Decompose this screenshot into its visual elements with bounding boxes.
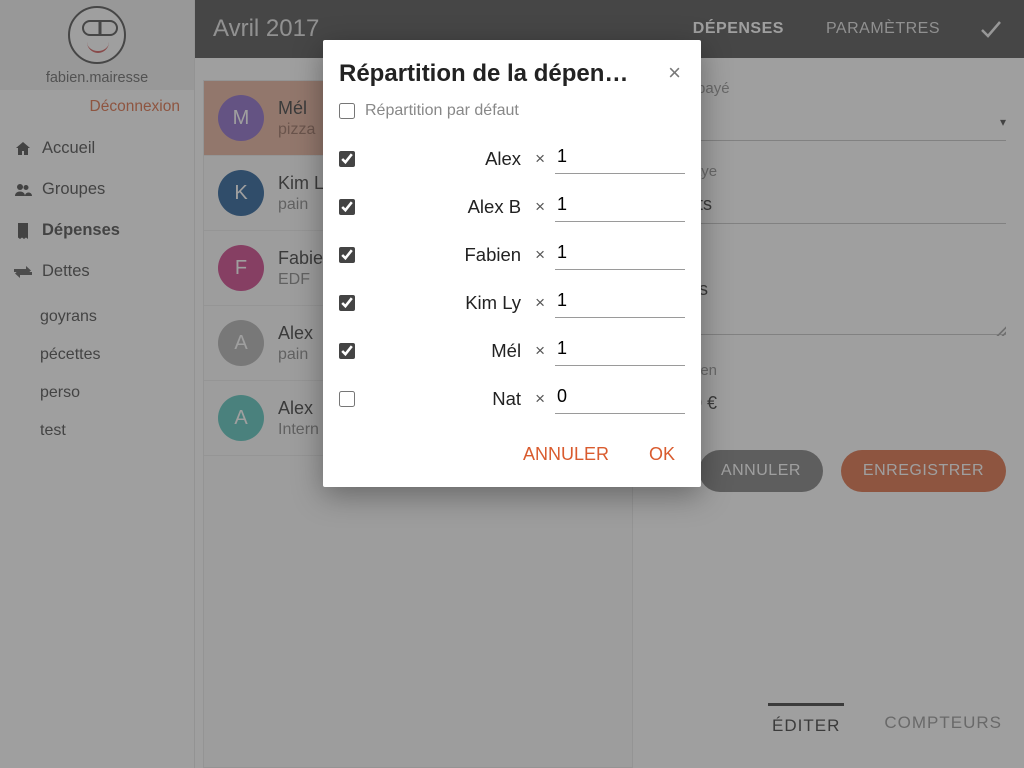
multiply-icon: × (535, 389, 545, 409)
app-root: fabien.mairesse Déconnexion Accueil Grou… (0, 0, 1024, 768)
share-value-input[interactable] (555, 192, 685, 222)
share-row: Kim Ly × (339, 288, 685, 318)
share-value-input[interactable] (555, 384, 685, 414)
default-share-row: Répartition par défaut (339, 102, 685, 120)
share-row: Mél × (339, 336, 685, 366)
multiply-icon: × (535, 341, 545, 361)
share-rows: Alex × Alex B × Fabien × Kim Ly × Mél × Nat × (339, 144, 685, 414)
modal-scrim[interactable]: Répartition de la dépen… × Répartition p… (0, 0, 1024, 768)
share-name: Nat (365, 388, 525, 410)
share-row: Nat × (339, 384, 685, 414)
modal-title: Répartition de la dépen… (339, 60, 628, 88)
share-name: Kim Ly (365, 292, 525, 314)
share-name: Fabien (365, 244, 525, 266)
share-value-input[interactable] (555, 144, 685, 174)
share-value-input[interactable] (555, 288, 685, 318)
multiply-icon: × (535, 293, 545, 313)
modal-actions: ANNULER OK (339, 432, 685, 471)
share-checkbox[interactable] (339, 199, 355, 215)
multiply-icon: × (535, 149, 545, 169)
share-name: Alex B (365, 196, 525, 218)
share-value-input[interactable] (555, 240, 685, 270)
default-share-label: Répartition par défaut (365, 102, 519, 120)
modal-ok[interactable]: OK (649, 444, 675, 465)
share-checkbox[interactable] (339, 247, 355, 263)
default-share-checkbox[interactable] (339, 103, 355, 119)
share-checkbox[interactable] (339, 295, 355, 311)
share-name: Mél (365, 340, 525, 362)
share-row: Alex × (339, 144, 685, 174)
share-row: Fabien × (339, 240, 685, 270)
modal-cancel[interactable]: ANNULER (523, 444, 609, 465)
share-name: Alex (365, 148, 525, 170)
share-checkbox[interactable] (339, 343, 355, 359)
share-modal: Répartition de la dépen… × Répartition p… (323, 40, 701, 487)
multiply-icon: × (535, 245, 545, 265)
share-row: Alex B × (339, 192, 685, 222)
share-checkbox[interactable] (339, 391, 355, 407)
multiply-icon: × (535, 197, 545, 217)
share-value-input[interactable] (555, 336, 685, 366)
share-checkbox[interactable] (339, 151, 355, 167)
close-icon[interactable]: × (664, 60, 685, 86)
